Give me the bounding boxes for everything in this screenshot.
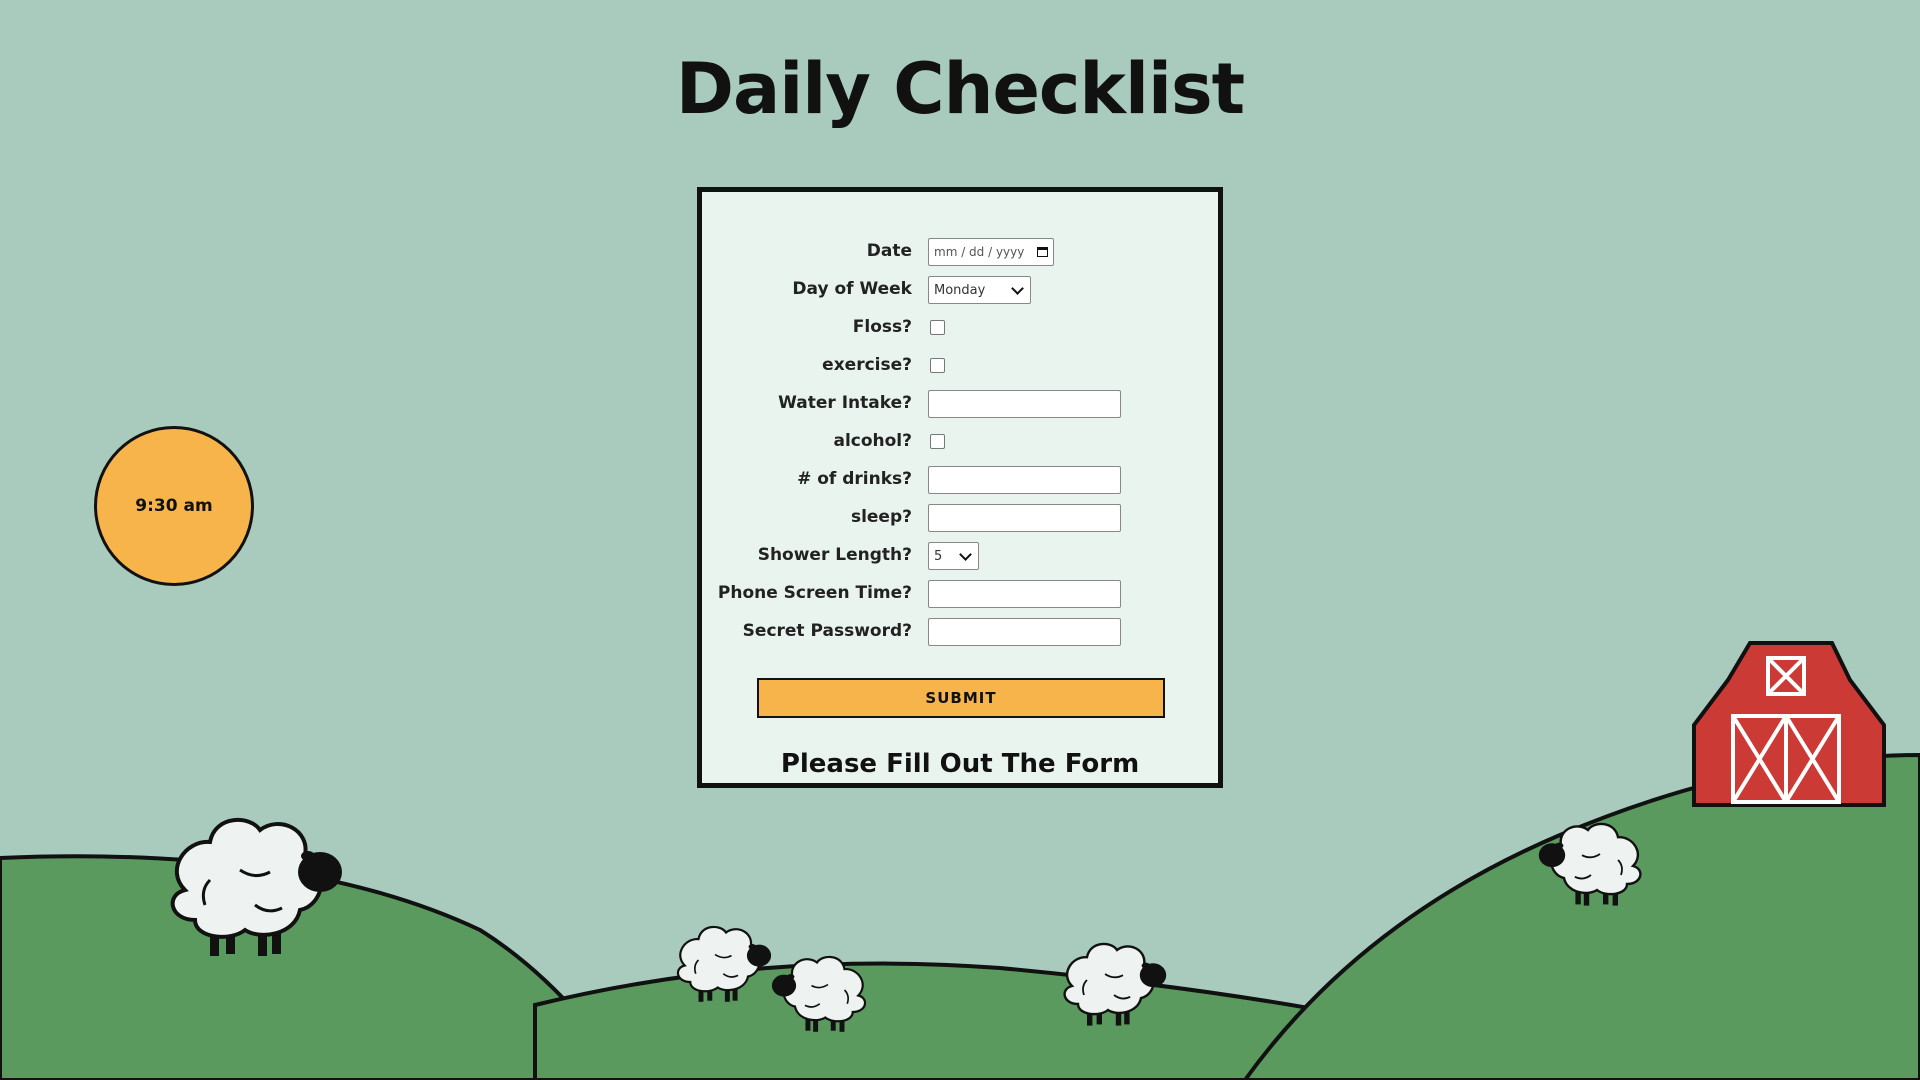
shower-length-row: Shower Length? 5 — [702, 541, 1218, 570]
floss-label: Floss? — [852, 317, 912, 337]
checklist-form: Date mm / dd / yyyy Day of Week Monday F… — [697, 187, 1223, 788]
alcohol-row: alcohol? — [702, 427, 1218, 455]
chevron-down-icon — [959, 547, 972, 561]
submit-button[interactable]: SUBMIT — [757, 678, 1165, 718]
phone-screen-time-input[interactable] — [928, 580, 1121, 608]
phone-screen-time-row: Phone Screen Time? — [702, 579, 1218, 608]
shower-length-value: 5 — [934, 548, 943, 564]
num-drinks-row: # of drinks? — [702, 465, 1218, 494]
exercise-label: exercise? — [822, 355, 912, 375]
water-intake-row: Water Intake? — [702, 389, 1218, 418]
alcohol-checkbox[interactable] — [930, 434, 945, 449]
sleep-row: sleep? — [702, 503, 1218, 532]
calendar-icon[interactable] — [1037, 247, 1048, 257]
date-placeholder: mm / dd / yyyy — [934, 245, 1025, 259]
water-intake-input[interactable] — [928, 390, 1121, 418]
water-intake-label: Water Intake? — [778, 393, 912, 413]
date-row: Date mm / dd / yyyy — [702, 237, 1218, 266]
shower-length-select[interactable]: 5 — [928, 542, 979, 570]
date-input[interactable]: mm / dd / yyyy — [928, 238, 1054, 266]
barn-icon — [1692, 641, 1886, 807]
status-message: Please Fill Out The Form — [780, 749, 1140, 779]
phone-screen-time-label: Phone Screen Time? — [717, 583, 912, 603]
middle-hill — [533, 961, 1322, 1080]
alcohol-label: alcohol? — [833, 431, 912, 451]
num-drinks-input[interactable] — [928, 466, 1121, 494]
floss-checkbox[interactable] — [930, 320, 945, 335]
num-drinks-label: # of drinks? — [797, 469, 912, 489]
chevron-down-icon — [1011, 281, 1024, 295]
day-of-week-value: Monday — [934, 282, 986, 298]
exercise-row: exercise? — [702, 351, 1218, 379]
page-title: Daily Checklist — [675, 48, 1245, 130]
secret-password-label: Secret Password? — [742, 621, 912, 641]
secret-password-input[interactable] — [928, 618, 1121, 646]
day-of-week-label: Day of Week — [792, 279, 912, 299]
day-of-week-row: Day of Week Monday — [702, 275, 1218, 304]
day-of-week-select[interactable]: Monday — [928, 276, 1031, 304]
exercise-checkbox[interactable] — [930, 358, 945, 373]
date-label: Date — [866, 241, 912, 261]
floss-row: Floss? — [702, 313, 1218, 341]
sun-icon: 9:30 am — [94, 426, 254, 586]
clock-time: 9:30 am — [135, 496, 213, 516]
shower-length-label: Shower Length? — [757, 545, 912, 565]
secret-password-row: Secret Password? — [702, 617, 1218, 646]
sleep-label: sleep? — [850, 507, 912, 527]
sleep-input[interactable] — [928, 504, 1121, 532]
